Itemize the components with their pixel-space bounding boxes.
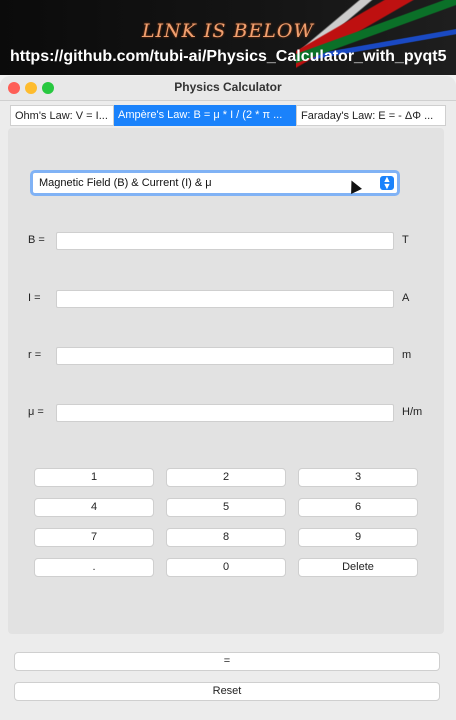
delete-button[interactable]: Delete xyxy=(298,558,418,577)
reset-button[interactable]: Reset xyxy=(14,682,440,701)
r-unit: m xyxy=(402,349,412,361)
key-1-button[interactable]: 1 xyxy=(34,468,154,487)
b-input[interactable] xyxy=(56,232,394,250)
i-input[interactable] xyxy=(56,290,394,308)
banner-url: https://github.com/tubi-ai/Physics_Calcu… xyxy=(10,48,447,65)
key-4-button[interactable]: 4 xyxy=(34,498,154,517)
tab-faradays-law[interactable]: Faraday's Law: E = - ΔΦ ... xyxy=(296,105,446,126)
mu-label: μ = xyxy=(28,406,44,418)
b-label: B = xyxy=(28,234,45,246)
key-2-button[interactable]: 2 xyxy=(166,468,286,487)
key-0-button[interactable]: 0 xyxy=(166,558,286,577)
key-dot-button[interactable]: . xyxy=(34,558,154,577)
app-window: Physics Calculator Ohm's Law: V = I... A… xyxy=(0,76,456,720)
title-bar: Physics Calculator xyxy=(0,76,456,101)
key-8-button[interactable]: 8 xyxy=(166,528,286,547)
law-tabs: Ohm's Law: V = I... Ampère's Law: B = μ … xyxy=(8,105,448,126)
b-unit: T xyxy=(402,234,409,246)
video-banner: LINK IS BELOW https://github.com/tubi-ai… xyxy=(0,0,456,75)
key-7-button[interactable]: 7 xyxy=(34,528,154,547)
mode-select-value: Magnetic Field (B) & Current (I) & μ xyxy=(39,177,212,189)
window-title: Physics Calculator xyxy=(174,80,282,94)
i-unit: A xyxy=(402,292,410,304)
mode-select[interactable]: Magnetic Field (B) & Current (I) & μ ▲ ▼ xyxy=(30,170,400,196)
tab-ohms-law[interactable]: Ohm's Law: V = I... xyxy=(10,105,114,126)
r-label: r = xyxy=(28,349,42,361)
mu-unit: H/m xyxy=(402,406,423,418)
i-label: I = xyxy=(28,292,41,304)
r-input[interactable] xyxy=(56,347,394,365)
equals-button[interactable]: = xyxy=(14,652,440,671)
key-6-button[interactable]: 6 xyxy=(298,498,418,517)
mu-input[interactable] xyxy=(56,404,394,422)
key-5-button[interactable]: 5 xyxy=(166,498,286,517)
calculator-panel: Magnetic Field (B) & Current (I) & μ ▲ ▼ … xyxy=(8,128,444,634)
tab-amperes-law[interactable]: Ampère's Law: B = μ * I / (2 * π ... xyxy=(114,105,296,126)
key-9-button[interactable]: 9 xyxy=(298,528,418,547)
key-3-button[interactable]: 3 xyxy=(298,468,418,487)
updown-chevron-icon: ▲ ▼ xyxy=(380,175,394,191)
banner-headline: LINK IS BELOW xyxy=(141,20,315,42)
